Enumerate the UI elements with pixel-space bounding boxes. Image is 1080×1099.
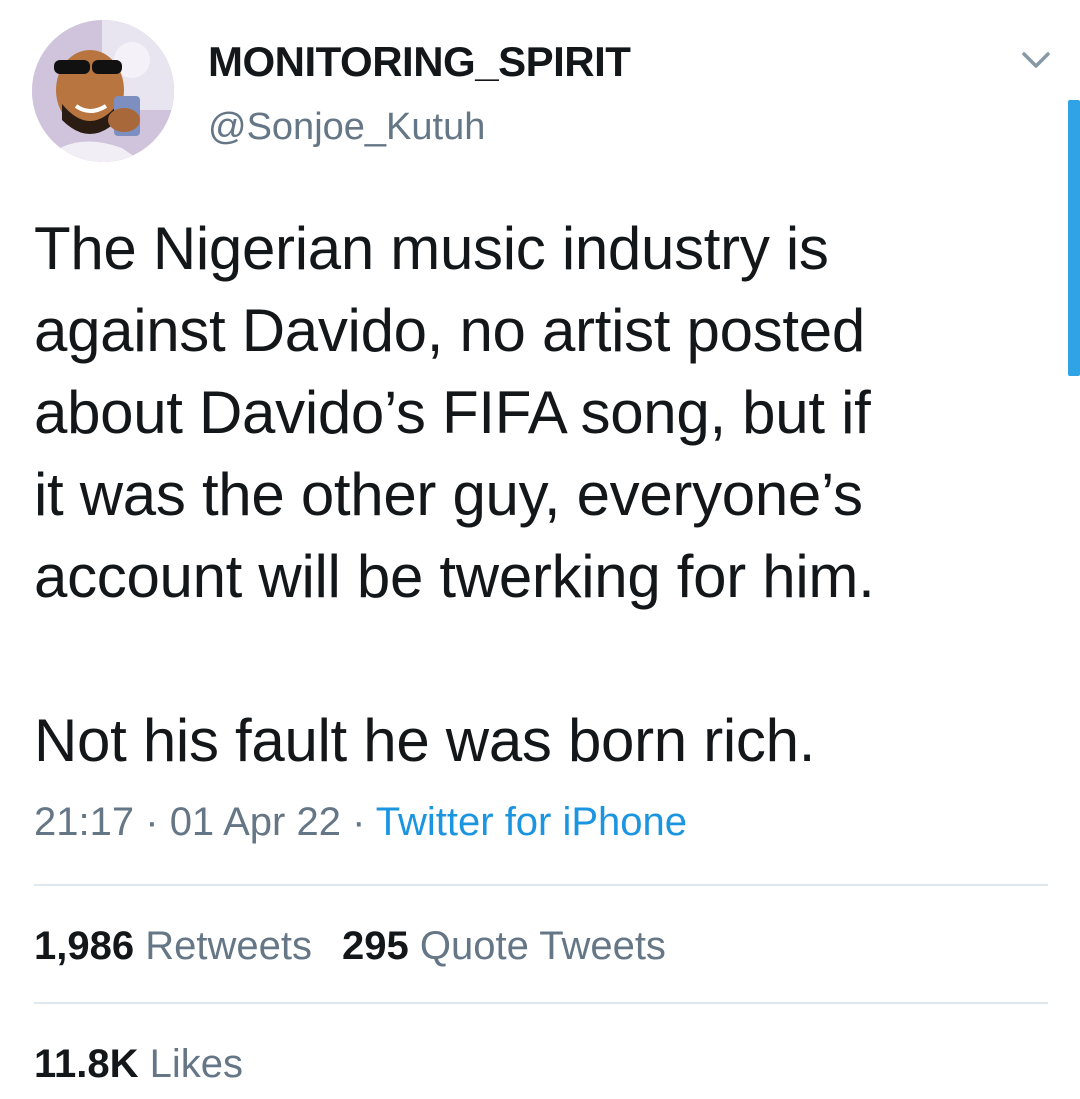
- tweet-paragraph: The Nigerian music industry is against D…: [34, 208, 1044, 618]
- user-handle[interactable]: @Sonjoe_Kutuh: [208, 106, 485, 149]
- likes-count: 11.8K: [34, 1042, 139, 1086]
- scrollbar[interactable]: [1068, 100, 1080, 376]
- meta-separator: ·: [352, 800, 366, 844]
- tweet-text-line: Not his fault he was born rich.: [34, 707, 816, 774]
- avatar-photo: [32, 20, 174, 162]
- display-name[interactable]: MONITORING_SPIRIT: [208, 38, 631, 86]
- tweet-text-line: it was the other guy, everyone’s: [34, 461, 863, 528]
- tweet-text-line: The Nigerian music industry is: [34, 215, 829, 282]
- divider: [34, 884, 1048, 886]
- quotes-count: 295: [341, 924, 409, 968]
- quotes-stat[interactable]: 295 Quote Tweets: [342, 924, 666, 968]
- tweet-source-link[interactable]: Twitter for iPhone: [376, 800, 687, 844]
- quotes-label: Quote Tweets: [419, 924, 666, 968]
- likes-stat[interactable]: 11.8K Likes: [34, 1042, 243, 1086]
- tweet-text-line: account will be twerking for him.: [34, 543, 875, 610]
- tweet-text: The Nigerian music industry is against D…: [34, 208, 1044, 782]
- tweet-meta: 21:17 · 01 Apr 22 · Twitter for iPhone: [34, 800, 687, 845]
- retweets-count: 1,986: [34, 924, 135, 968]
- avatar[interactable]: [32, 20, 174, 162]
- divider: [34, 1002, 1048, 1004]
- engagement-stats: 1,986 Retweets 295 Quote Tweets: [34, 924, 666, 969]
- tweet-paragraph: Not his fault he was born rich.: [34, 700, 1044, 782]
- tweet-text-line: against Davido, no artist posted: [34, 297, 865, 364]
- tweet-text-line: about Davido’s FIFA song, but if: [34, 379, 871, 446]
- likes-stats: 11.8K Likes: [34, 1042, 243, 1087]
- retweets-stat[interactable]: 1,986 Retweets: [34, 924, 312, 968]
- likes-label: Likes: [149, 1042, 244, 1086]
- retweets-label: Retweets: [145, 924, 312, 968]
- chevron-down-icon[interactable]: [1018, 46, 1054, 76]
- meta-separator: ·: [145, 800, 159, 844]
- tweet-time: 21:17: [34, 800, 135, 844]
- tweet-card: MONITORING_SPIRIT @Sonjoe_Kutuh The Nige…: [0, 0, 1080, 1099]
- tweet-date: 01 Apr 22: [169, 800, 341, 844]
